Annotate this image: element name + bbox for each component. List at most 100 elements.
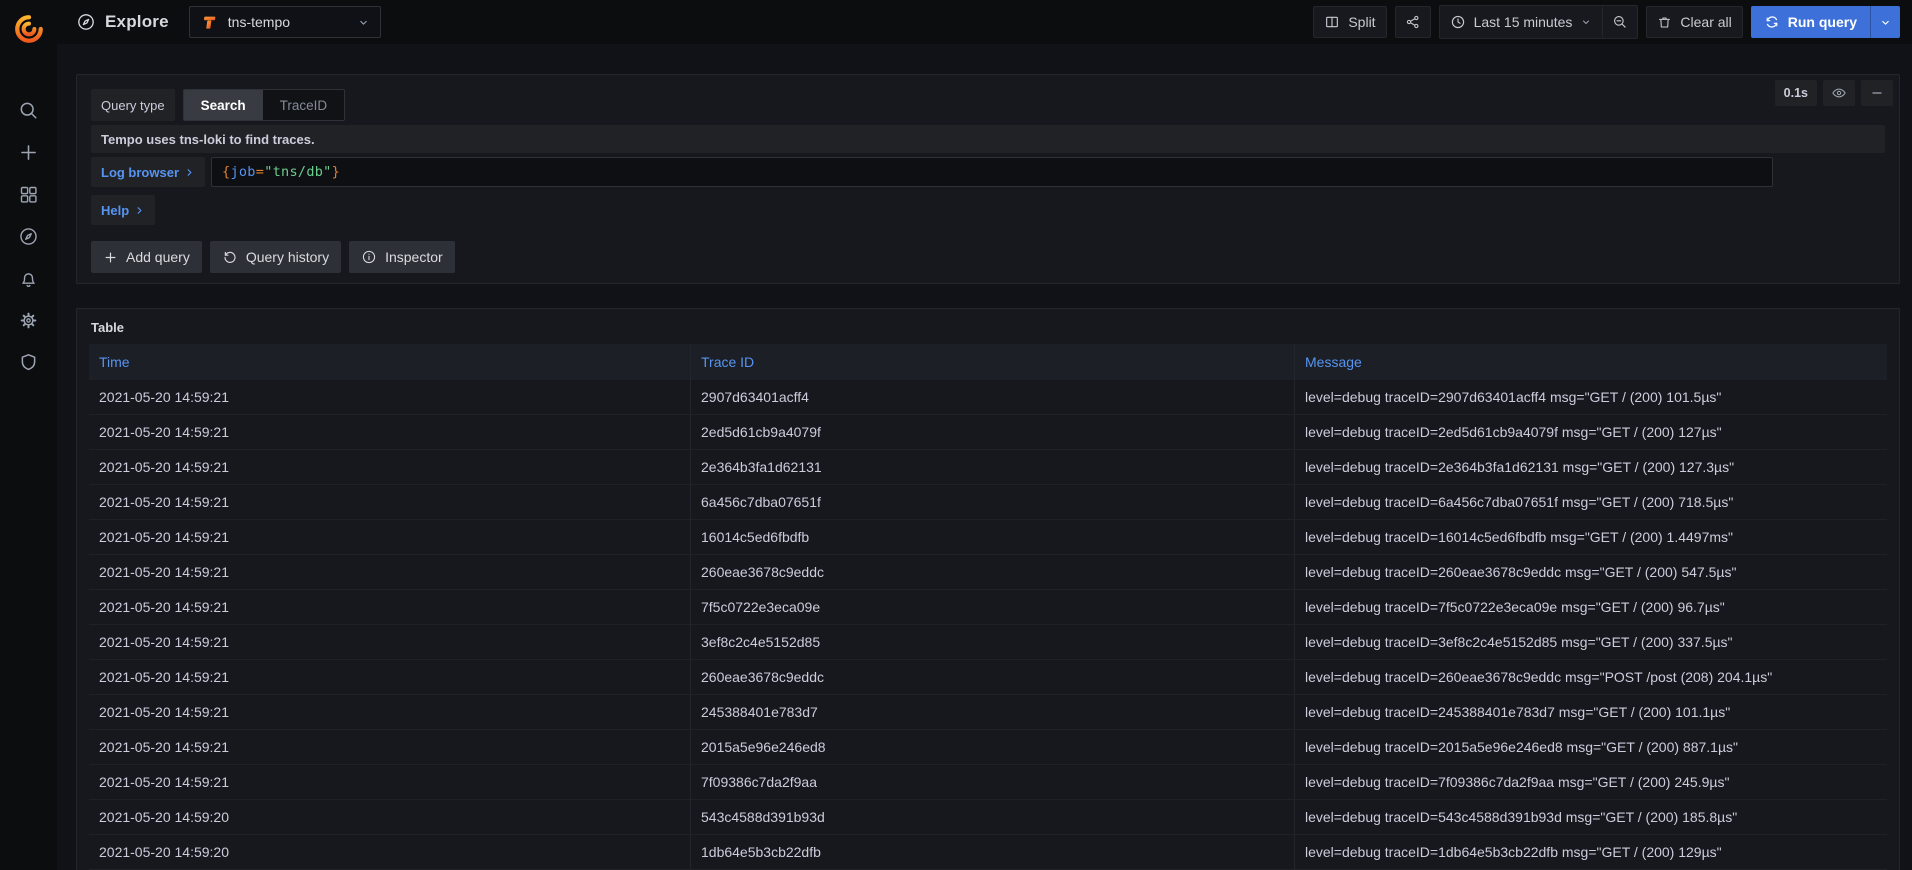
time-cell: 2021-05-20 14:59:21 (89, 415, 691, 450)
time-cell: 2021-05-20 14:59:21 (89, 450, 691, 485)
column-header-message[interactable]: Message (1295, 344, 1887, 380)
query-visibility-button[interactable] (1823, 80, 1855, 106)
sidebar-item-server-admin[interactable] (0, 341, 57, 383)
trash-icon (1657, 15, 1672, 30)
add-query-label: Add query (126, 249, 190, 265)
explore-content: 0.1s Query type Search TraceID Tempo use… (57, 44, 1912, 870)
split-icon (1324, 14, 1340, 30)
split-label: Split (1348, 14, 1375, 30)
query-history-button[interactable]: Query history (210, 241, 341, 273)
add-query-button[interactable]: Add query (91, 241, 202, 273)
trace-id-cell: 245388401e783d7 (691, 695, 1295, 730)
navbar-actions: Split Last 15 minutes Clear all (1313, 5, 1900, 39)
table-row: 2021-05-20 14:59:212e364b3fa1d62131level… (89, 450, 1887, 485)
run-query-dropdown-button[interactable] (1870, 6, 1900, 38)
trace-id-cell: 543c4588d391b93d (691, 800, 1295, 835)
table-row: 2021-05-20 14:59:21260eae3678c9eddclevel… (89, 555, 1887, 590)
table-header-row: Time Trace ID Message (89, 344, 1887, 380)
share-button[interactable] (1395, 6, 1431, 38)
dashboards-icon (18, 184, 39, 205)
admin-shield-icon (18, 352, 39, 373)
inspector-button[interactable]: Inspector (349, 241, 455, 273)
settings-gear-icon (18, 310, 39, 331)
split-button[interactable]: Split (1313, 6, 1386, 38)
log-browser-button[interactable]: Log browser (91, 157, 205, 187)
sidebar-item-search[interactable] (0, 89, 57, 131)
sidebar-item-configuration[interactable] (0, 299, 57, 341)
sidebar-item-explore[interactable] (0, 215, 57, 257)
info-circle-icon (361, 249, 377, 265)
column-header-trace-id[interactable]: Trace ID (691, 344, 1295, 380)
run-query-group: Run query (1751, 6, 1900, 38)
clear-all-button[interactable]: Clear all (1646, 6, 1742, 38)
explore-brand: Explore (76, 12, 169, 32)
query-token-open-brace: { (222, 164, 230, 180)
plus-icon (103, 250, 118, 265)
query-type-row: Query type Search TraceID (91, 89, 1885, 121)
log-browser-label: Log browser (101, 165, 179, 180)
time-cell: 2021-05-20 14:59:21 (89, 730, 691, 765)
sidebar-item-alerting[interactable] (0, 257, 57, 299)
tab-search[interactable]: Search (184, 90, 263, 120)
message-cell: level=debug traceID=543c4588d391b93d msg… (1295, 800, 1887, 835)
time-range-label: Last 15 minutes (1474, 14, 1573, 30)
query-history-label: Query history (246, 249, 329, 265)
search-icon (18, 100, 39, 121)
eye-icon (1831, 85, 1847, 101)
column-header-time[interactable]: Time (89, 344, 691, 380)
help-label: Help (101, 203, 129, 218)
query-token-string: "tns/db" (264, 164, 331, 180)
table-row: 2021-05-20 14:59:217f5c0722e3eca09elevel… (89, 590, 1887, 625)
clear-all-label: Clear all (1680, 14, 1731, 30)
time-cell: 2021-05-20 14:59:21 (89, 555, 691, 590)
time-cell: 2021-05-20 14:59:20 (89, 800, 691, 835)
table-row: 2021-05-20 14:59:212907d63401acff4level=… (89, 380, 1887, 415)
trace-id-cell: 3ef8c2c4e5152d85 (691, 625, 1295, 660)
run-query-button[interactable]: Run query (1751, 6, 1870, 38)
tab-traceid[interactable]: TraceID (263, 90, 345, 120)
chevron-right-icon (184, 167, 195, 178)
explore-compass-icon (76, 12, 96, 32)
time-controls: Last 15 minutes (1439, 5, 1639, 39)
zoom-out-button[interactable] (1602, 6, 1637, 38)
query-token-label: job (230, 164, 255, 180)
query-actions-row: Add query Query history Inspector (91, 241, 1885, 273)
message-cell: level=debug traceID=260eae3678c9eddc msg… (1295, 555, 1887, 590)
trace-id-cell: 1db64e5b3cb22dfb (691, 835, 1295, 870)
trace-id-cell: 2015a5e96e246ed8 (691, 730, 1295, 765)
chevron-down-icon (1879, 16, 1892, 29)
message-cell: level=debug traceID=6a456c7dba07651f msg… (1295, 485, 1887, 520)
help-button[interactable]: Help (91, 195, 155, 225)
sidebar-item-dashboards[interactable] (0, 173, 57, 215)
query-input[interactable]: {job="tns/db"} (211, 157, 1773, 187)
message-cell: level=debug traceID=260eae3678c9eddc msg… (1295, 660, 1887, 695)
minus-icon (1870, 86, 1884, 100)
message-cell: level=debug traceID=7f09386c7da2f9aa msg… (1295, 765, 1887, 800)
zoom-out-icon (1612, 14, 1628, 30)
query-collapse-button[interactable] (1861, 80, 1893, 106)
sync-icon (1764, 14, 1780, 30)
share-icon (1405, 14, 1421, 30)
time-cell: 2021-05-20 14:59:21 (89, 695, 691, 730)
plus-icon (18, 142, 39, 163)
datasource-picker[interactable]: tns-tempo (189, 6, 381, 38)
query-type-tabs: Search TraceID (183, 89, 346, 121)
datasource-name: tns-tempo (228, 14, 348, 30)
time-cell: 2021-05-20 14:59:20 (89, 835, 691, 870)
sidebar-item-create[interactable] (0, 131, 57, 173)
time-picker-button[interactable]: Last 15 minutes (1440, 6, 1603, 38)
trace-id-cell: 6a456c7dba07651f (691, 485, 1295, 520)
table-row: 2021-05-20 14:59:217f09386c7da2f9aalevel… (89, 765, 1887, 800)
time-cell: 2021-05-20 14:59:21 (89, 765, 691, 800)
explore-compass-icon (18, 226, 39, 247)
table-row: 2021-05-20 14:59:213ef8c2c4e5152d85level… (89, 625, 1887, 660)
grafana-logo[interactable] (0, 0, 57, 57)
time-cell: 2021-05-20 14:59:21 (89, 485, 691, 520)
chevron-down-icon (1580, 16, 1592, 28)
trace-id-cell: 2ed5d61cb9a4079f (691, 415, 1295, 450)
time-cell: 2021-05-20 14:59:21 (89, 590, 691, 625)
trace-id-cell: 7f09386c7da2f9aa (691, 765, 1295, 800)
table-panel-title: Table (77, 309, 1899, 344)
message-cell: level=debug traceID=245388401e783d7 msg=… (1295, 695, 1887, 730)
message-cell: level=debug traceID=16014c5ed6fbdfb msg=… (1295, 520, 1887, 555)
